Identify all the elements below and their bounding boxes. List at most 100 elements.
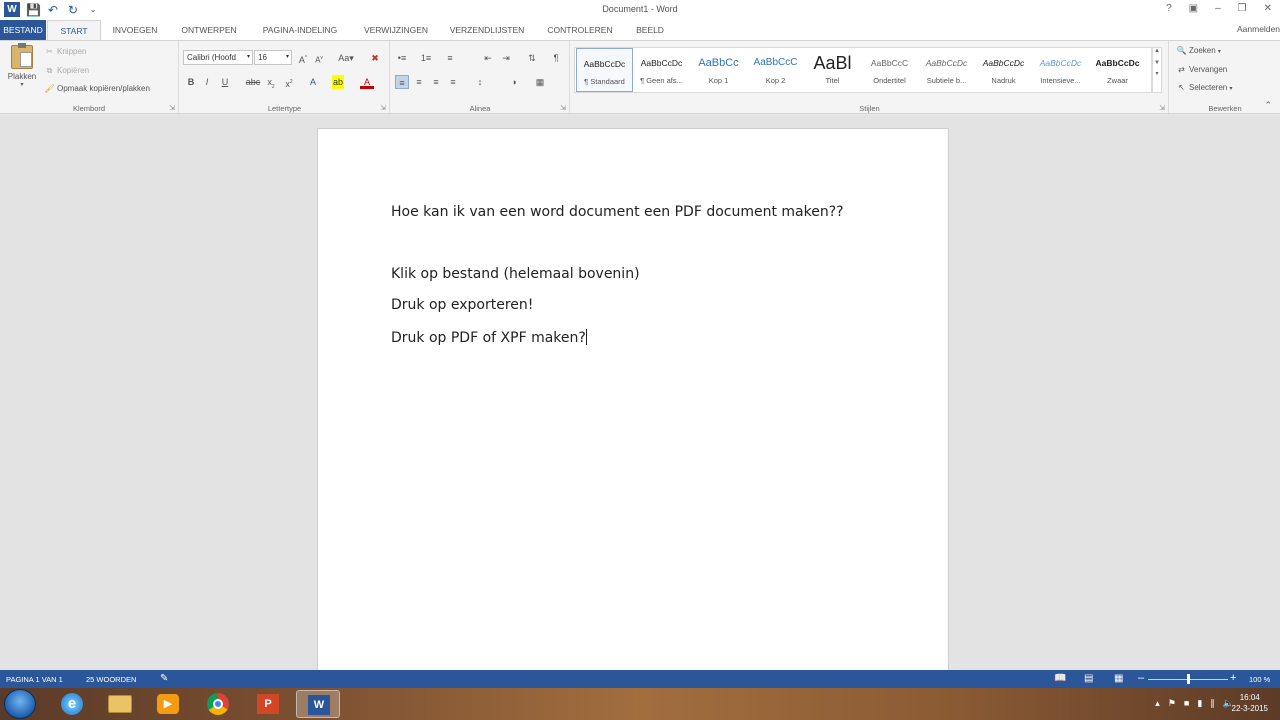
replace-button[interactable]: ⇄ Vervangen xyxy=(1176,65,1227,74)
style-zwaar[interactable]: AaBbCcDc Zwaar xyxy=(1089,48,1146,92)
style-standaard[interactable]: AaBbCcDc ¶ Standaard xyxy=(576,48,633,92)
dialog-launcher-icon[interactable]: ⇲ xyxy=(380,104,386,112)
styles-scroll[interactable]: ▲ ▼ ▾ xyxy=(1152,47,1162,93)
numbering-icon[interactable]: 1≡ xyxy=(419,51,433,65)
zoom-in-icon[interactable]: + xyxy=(1230,672,1236,684)
network-flag-icon[interactable]: ⚑ xyxy=(1168,698,1176,709)
subscript-icon[interactable]: x2 xyxy=(264,75,278,90)
font-size-combo[interactable]: 16 ▾ xyxy=(254,50,292,65)
taskbar-powerpoint[interactable]: P xyxy=(246,690,290,718)
style-kop-2[interactable]: AaBbCcC Kop 2 xyxy=(747,48,804,92)
tab-pagina-indeling[interactable]: PAGINA-INDELING xyxy=(252,20,348,40)
page-count[interactable]: PAGINA 1 VAN 1 xyxy=(6,675,63,684)
justify-icon[interactable]: ≡ xyxy=(446,75,460,89)
tab-start[interactable]: START xyxy=(47,20,101,40)
multilevel-list-icon[interactable]: ≡ xyxy=(443,51,457,65)
tab-ontwerpen[interactable]: ONTWERPEN xyxy=(172,20,246,40)
chevron-up-icon[interactable]: ▲ xyxy=(1153,48,1161,54)
chevron-down-icon[interactable]: ▼ xyxy=(1153,60,1161,66)
borders-icon[interactable]: ▦ xyxy=(533,75,547,89)
align-center-icon[interactable]: ≡ xyxy=(412,75,426,89)
style-titel[interactable]: AaBl Titel xyxy=(804,48,861,92)
dialog-launcher-icon[interactable]: ⇲ xyxy=(169,104,175,112)
underline-icon[interactable]: U xyxy=(218,75,232,89)
show-hidden-icons-icon[interactable]: ▴ xyxy=(1155,698,1160,709)
style-kop-1[interactable]: AaBbCc Kop 1 xyxy=(690,48,747,92)
read-mode-icon[interactable]: 📖 xyxy=(1054,673,1066,684)
battery-icon[interactable]: ▮ xyxy=(1197,698,1202,709)
shading-icon[interactable]: ◑ xyxy=(507,75,521,89)
dialog-launcher-icon[interactable]: ⇲ xyxy=(560,104,566,112)
cut-button[interactable]: ✂ Knippen xyxy=(44,47,86,56)
dialog-launcher-icon[interactable]: ⇲ xyxy=(1159,104,1165,112)
taskbar-chrome[interactable] xyxy=(196,690,240,718)
show-formatting-marks-icon[interactable]: ¶ xyxy=(549,51,563,65)
line-spacing-icon[interactable]: ↕ xyxy=(473,75,487,89)
shrink-font-icon[interactable]: Av xyxy=(312,51,326,65)
style-ondertitel[interactable]: AaBbCcC Ondertitel xyxy=(861,48,918,92)
font-color-icon[interactable]: A xyxy=(360,75,374,89)
taskbar-media-player[interactable]: ▶ xyxy=(146,690,190,718)
tab-controleren[interactable]: CONTROLEREN xyxy=(540,20,620,40)
zoom-slider-thumb[interactable] xyxy=(1187,674,1190,684)
superscript-icon[interactable]: x2 xyxy=(282,75,296,89)
style-nadruk[interactable]: AaBbCcDc Nadruk xyxy=(975,48,1032,92)
grow-font-icon[interactable]: A^ xyxy=(296,51,310,65)
decrease-indent-icon[interactable]: ⇤ xyxy=(481,51,495,65)
format-painter-button[interactable]: 🖌 Opmaak kopiëren/plakken xyxy=(44,84,150,93)
increase-indent-icon[interactable]: ⇥ xyxy=(499,51,513,65)
taskbar-word[interactable]: W xyxy=(296,690,340,718)
tab-verwijzingen[interactable]: VERWIJZINGEN xyxy=(356,20,436,40)
document-paragraph[interactable]: Klik op bestand (helemaal bovenin) xyxy=(391,266,640,282)
paste-button[interactable]: Plakken ▾ xyxy=(6,43,38,95)
more-styles-icon[interactable]: ▾ xyxy=(1153,70,1161,77)
collapse-ribbon-icon[interactable]: ⌃ xyxy=(1264,100,1272,111)
bold-icon[interactable]: B xyxy=(184,75,198,89)
help-icon[interactable]: ? xyxy=(1166,3,1172,14)
font-name-combo[interactable]: Calibri (Hoofd ▾ xyxy=(183,50,253,65)
security-icon[interactable]: ■ xyxy=(1184,698,1189,709)
select-button[interactable]: ↖ Selecteren ▾ xyxy=(1176,83,1232,92)
taskbar-file-explorer[interactable] xyxy=(98,690,142,718)
style-subtiele-benadrukking[interactable]: AaBbCcDc Subtiele b... xyxy=(918,48,975,92)
highlight-icon[interactable]: ab xyxy=(332,75,344,89)
word-icon: W xyxy=(308,695,330,715)
italic-icon[interactable]: I xyxy=(200,75,214,89)
clear-formatting-icon[interactable]: ✖ xyxy=(368,51,382,65)
tab-verzendlijsten[interactable]: VERZENDLIJSTEN xyxy=(444,20,530,40)
restore-icon[interactable]: ❐ xyxy=(1238,3,1247,14)
change-case-icon[interactable]: Aa▾ xyxy=(336,51,356,65)
text-effects-icon[interactable]: A xyxy=(306,75,320,89)
sign-in-link[interactable]: Aanmelden xyxy=(1237,24,1280,34)
align-right-icon[interactable]: ≡ xyxy=(429,75,443,89)
signal-icon[interactable]: ∥ xyxy=(1210,698,1215,709)
taskbar-clock[interactable]: 16:04 22-3-2015 xyxy=(1232,692,1268,714)
document-paragraph[interactable]: Hoe kan ik van een word document een PDF… xyxy=(391,204,844,220)
taskbar-internet-explorer[interactable]: e xyxy=(50,690,94,718)
document-page[interactable]: Hoe kan ik van een word document een PDF… xyxy=(317,128,949,688)
style-geen-afstand[interactable]: AaBbCcDc ¶ Geen afs... xyxy=(633,48,690,92)
word-count[interactable]: 25 WOORDEN xyxy=(86,675,136,684)
find-button[interactable]: 🔍 Zoeken ▾ xyxy=(1176,46,1221,55)
bullets-icon[interactable]: •≡ xyxy=(395,51,409,65)
strikethrough-icon[interactable]: abc xyxy=(244,75,262,89)
document-paragraph-last[interactable]: Druk op PDF of XPF maken? xyxy=(391,329,587,346)
web-layout-icon[interactable]: ▦ xyxy=(1114,673,1123,684)
window-title: Document1 - Word xyxy=(602,4,678,14)
tab-bestand[interactable]: BESTAND xyxy=(0,20,46,40)
style-intensieve-benadrukking[interactable]: AaBbCcDc Intensieve... xyxy=(1032,48,1089,92)
align-left-icon[interactable]: ≡ xyxy=(395,75,409,89)
proofing-icon[interactable]: ✎ xyxy=(160,673,168,684)
close-icon[interactable]: ✕ xyxy=(1264,3,1272,14)
tab-beeld[interactable]: BEELD xyxy=(628,20,672,40)
start-button[interactable] xyxy=(4,689,36,719)
zoom-out-icon[interactable]: – xyxy=(1138,672,1144,684)
print-layout-icon[interactable]: ▤ xyxy=(1084,673,1093,684)
tab-invoegen[interactable]: INVOEGEN xyxy=(104,20,166,40)
document-paragraph[interactable]: Druk op exporteren! xyxy=(391,297,533,313)
copy-button[interactable]: ⧉ Kopiëren xyxy=(44,66,89,76)
minimize-icon[interactable]: – xyxy=(1215,3,1221,14)
zoom-level[interactable]: 100 % xyxy=(1249,675,1270,684)
ribbon-display-options-icon[interactable]: ▣ xyxy=(1189,3,1198,14)
sort-icon[interactable]: ⇅ xyxy=(525,51,539,65)
